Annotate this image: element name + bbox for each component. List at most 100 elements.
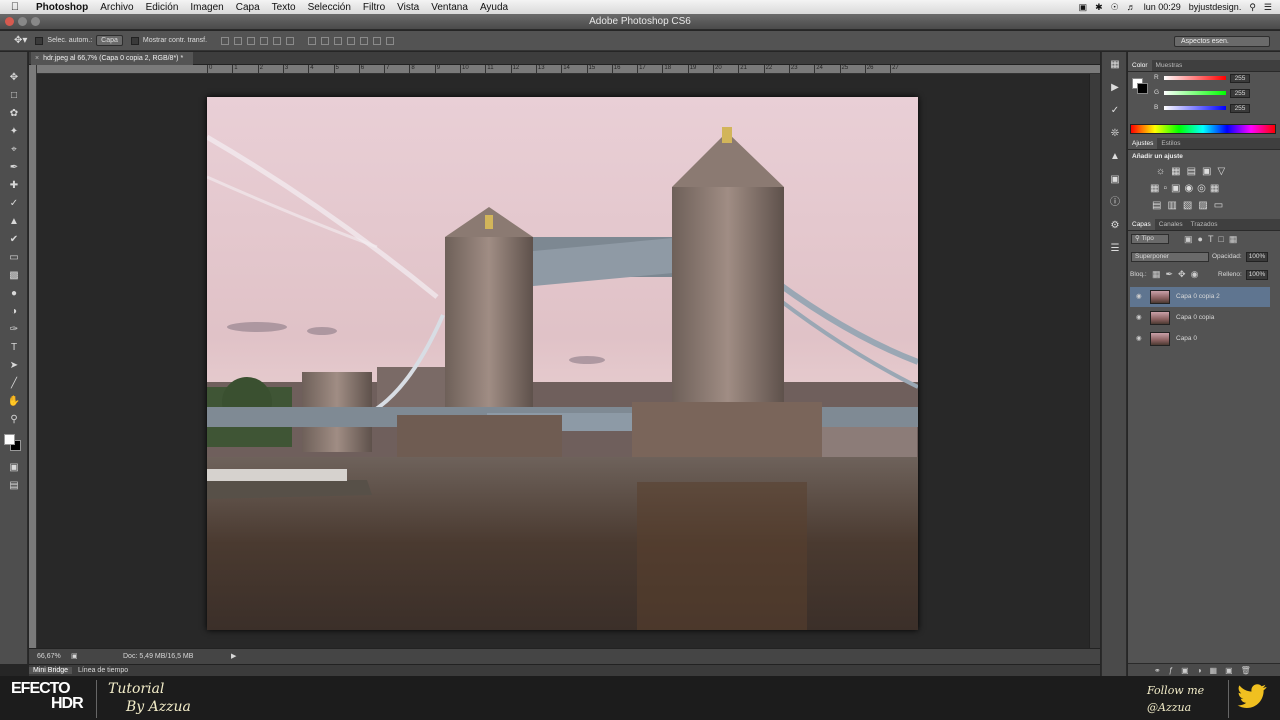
document-tab[interactable]: × hdr.jpeg al 66,7% (Capa 0 copia 2, RGB/… xyxy=(31,52,194,65)
close-window-button[interactable] xyxy=(5,17,14,26)
export-icon[interactable]: ▣ xyxy=(71,649,78,665)
eyedropper-tool-icon[interactable]: ✒ xyxy=(5,160,23,176)
channel-value[interactable]: 255 xyxy=(1230,104,1250,113)
layer-thumbnail[interactable] xyxy=(1150,311,1170,325)
layer-filter-dropdown[interactable]: ⚲ Tipo xyxy=(1131,234,1169,244)
shape-tool-icon[interactable]: ╱ xyxy=(5,376,23,392)
layer-row[interactable]: ◉ Capa 0 xyxy=(1130,329,1270,349)
tool-presets-icon[interactable]: ⚙ xyxy=(1108,219,1122,233)
volume-icon[interactable]: ♬ xyxy=(1127,2,1136,12)
brush-presets-icon[interactable]: ✓ xyxy=(1108,104,1122,118)
tab-paths[interactable]: Trazados xyxy=(1187,219,1222,230)
eraser-tool-icon[interactable]: ▭ xyxy=(5,250,23,266)
twitter-bird-icon[interactable] xyxy=(1237,684,1267,710)
tab-styles[interactable]: Estilos xyxy=(1157,138,1184,149)
hdr-photo-tower-bridge[interactable] xyxy=(207,97,918,630)
tab-swatches[interactable]: Muestras xyxy=(1152,60,1187,71)
color-slider-row[interactable]: R 255 xyxy=(1154,74,1278,84)
tab-color[interactable]: Color xyxy=(1128,60,1152,71)
gradient-tool-icon[interactable]: ▩ xyxy=(5,268,23,284)
layer-row[interactable]: ◉ Capa 0 copia xyxy=(1130,308,1270,328)
marquee-tool-icon[interactable]: □ xyxy=(5,88,23,104)
channel-value[interactable]: 255 xyxy=(1230,89,1250,98)
type-tool-icon[interactable]: T xyxy=(5,340,23,356)
bluetooth-icon[interactable]: ✱ xyxy=(1095,2,1103,13)
quick-mask-icon[interactable]: ▣ xyxy=(5,460,23,476)
distribute-top-icon[interactable] xyxy=(308,36,317,45)
layer-row[interactable]: ◉ Capa 0 copia 2 xyxy=(1130,287,1270,307)
auto-select-checkbox[interactable] xyxy=(35,36,44,45)
channel-gradient-bar[interactable] xyxy=(1164,76,1226,80)
menu-archivo[interactable]: Archivo xyxy=(94,2,139,13)
align-top-icon[interactable] xyxy=(221,36,230,45)
horizontal-ruler[interactable]: 0 1 2 3 4 5 6 7 8 9 10 11 12 13 14 15 16 17 18 19 20 21 22 23 24… xyxy=(37,65,1100,74)
channel-gradient-bar[interactable] xyxy=(1164,106,1226,110)
distribute-right-icon[interactable] xyxy=(373,36,382,45)
tab-adjustments[interactable]: Ajustes xyxy=(1128,138,1158,149)
healing-brush-tool-icon[interactable]: ✚ xyxy=(5,178,23,194)
wifi-icon[interactable]: ☉ xyxy=(1111,2,1119,13)
move-tool-icon[interactable]: ✥ xyxy=(5,70,23,86)
hand-tool-icon[interactable]: ✋ xyxy=(5,394,23,410)
align-vcenter-icon[interactable] xyxy=(234,36,243,45)
user-name[interactable]: byjustdesign. xyxy=(1189,2,1242,12)
menu-texto[interactable]: Texto xyxy=(266,2,302,13)
menu-ayuda[interactable]: Ayuda xyxy=(474,2,514,13)
tab-layers[interactable]: Capas xyxy=(1128,219,1155,230)
info-icon[interactable]: ⓘ xyxy=(1108,196,1122,210)
histogram-icon[interactable]: ▲ xyxy=(1108,150,1122,164)
history-icon[interactable]: ▦ xyxy=(1108,58,1122,72)
dodge-tool-icon[interactable]: ◑ xyxy=(5,304,23,320)
vertical-ruler[interactable] xyxy=(29,65,37,648)
dropbox-icon[interactable]: ▣ xyxy=(1079,2,1088,13)
screen-mode-icon[interactable]: ▤ xyxy=(5,478,23,494)
zoom-window-button[interactable] xyxy=(31,17,40,26)
channel-gradient-bar[interactable] xyxy=(1164,91,1226,95)
distribute-hcenter-icon[interactable] xyxy=(360,36,369,45)
distribute-vcenter-icon[interactable] xyxy=(321,36,330,45)
align-right-icon[interactable] xyxy=(286,36,295,45)
auto-align-icon[interactable] xyxy=(386,36,395,45)
menu-seleccion[interactable]: Selección xyxy=(302,2,357,13)
align-left-icon[interactable] xyxy=(260,36,269,45)
distribute-bottom-icon[interactable] xyxy=(334,36,343,45)
clone-source-icon[interactable]: ❊ xyxy=(1108,127,1122,141)
distribute-left-icon[interactable] xyxy=(347,36,356,45)
pen-tool-icon[interactable]: ✑ xyxy=(5,322,23,338)
layer-filter-icons[interactable]: ▣●T□▦ xyxy=(1184,234,1242,245)
menu-ventana[interactable]: Ventana xyxy=(425,2,474,13)
color-slider-row[interactable]: G 255 xyxy=(1154,89,1278,99)
foreground-color-swatch[interactable] xyxy=(4,434,15,445)
visibility-eye-icon[interactable]: ◉ xyxy=(1136,287,1142,307)
tab-timeline[interactable]: Línea de tiempo xyxy=(74,667,132,674)
transform-controls-checkbox[interactable] xyxy=(130,36,139,45)
menu-edicion[interactable]: Edición xyxy=(140,2,185,13)
adjust-icons-row-1[interactable]: ☼▦▤▣▽ xyxy=(1156,166,1231,177)
actions-play-icon[interactable]: ▶ xyxy=(1108,81,1122,95)
lasso-tool-icon[interactable]: ✿ xyxy=(5,106,23,122)
menu-app[interactable]: Photoshop xyxy=(30,2,94,13)
properties-icon[interactable]: ☰ xyxy=(1108,242,1122,256)
layers-footer-icons[interactable]: ⚭ƒ▣◑▦▣🗑 xyxy=(1128,663,1280,676)
tab-channels[interactable]: Canales xyxy=(1155,219,1187,230)
opacity-field[interactable]: 100% xyxy=(1246,252,1268,262)
brush-tool-icon[interactable]: ✓ xyxy=(5,196,23,212)
notification-icon[interactable]: ☰ xyxy=(1264,2,1272,13)
close-tab-icon[interactable]: × xyxy=(35,55,39,62)
adjust-icons-row-3[interactable]: ▤▥▧▨▭ xyxy=(1152,200,1229,211)
fill-field[interactable]: 100% xyxy=(1246,270,1268,280)
clock[interactable]: lun 00:29 xyxy=(1144,2,1181,12)
navigator-icon[interactable]: ▣ xyxy=(1108,173,1122,187)
tab-mini-bridge[interactable]: Mini Bridge xyxy=(29,667,73,674)
layer-thumbnail[interactable] xyxy=(1150,290,1170,304)
clone-stamp-tool-icon[interactable]: ▲ xyxy=(5,214,23,230)
channel-value[interactable]: 255 xyxy=(1230,74,1250,83)
layer-thumbnail[interactable] xyxy=(1150,332,1170,346)
tools-collapse-handle[interactable] xyxy=(0,52,27,68)
menu-imagen[interactable]: Imagen xyxy=(184,2,229,13)
spotlight-icon[interactable]: ⚲ xyxy=(1249,2,1256,13)
visibility-eye-icon[interactable]: ◉ xyxy=(1136,308,1142,328)
minimize-window-button[interactable] xyxy=(18,17,27,26)
zoom-tool-icon[interactable]: ⚲ xyxy=(5,412,23,428)
menu-filtro[interactable]: Filtro xyxy=(357,2,391,13)
